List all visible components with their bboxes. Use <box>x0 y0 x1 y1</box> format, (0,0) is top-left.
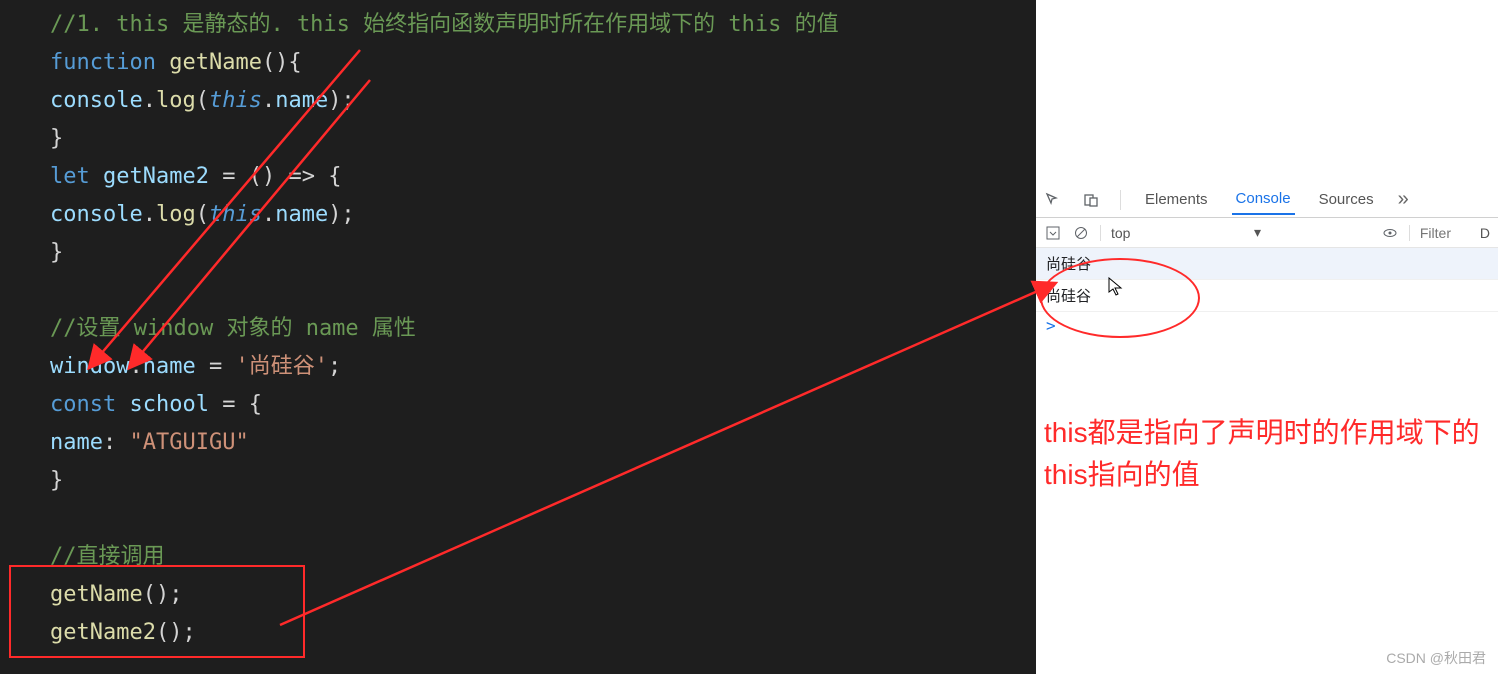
code-line-12: name: "ATGUIGU" <box>50 424 1036 462</box>
more-tabs-icon[interactable]: » <box>1398 188 1409 211</box>
code-line-7: } <box>50 234 1036 272</box>
code-line-8 <box>50 272 1036 310</box>
devtools-tabbar: Elements Console Sources » <box>1036 182 1498 218</box>
filter-input[interactable] <box>1420 225 1470 241</box>
code-line-2: function getName(){ <box>50 44 1036 82</box>
code-line-11: const school = { <box>50 386 1036 424</box>
watermark-text: CSDN @秋田君 <box>1386 648 1486 668</box>
annotation-text: this都是指向了声明时的作用域下的this指向的值 <box>1044 412 1484 496</box>
highlight-ellipse-output <box>1040 258 1200 338</box>
console-toolbar: top ▾ D <box>1036 218 1498 248</box>
code-line-5: let getName2 = () => { <box>50 158 1036 196</box>
tab-console[interactable]: Console <box>1232 184 1295 215</box>
chevron-down-icon: ▾ <box>1254 224 1261 241</box>
code-line-9: //设置 window 对象的 name 属性 <box>50 310 1036 348</box>
live-expression-icon[interactable] <box>1381 224 1399 242</box>
code-line-10: window.name = '尚硅谷'; <box>50 348 1036 386</box>
mouse-cursor-icon <box>1108 277 1124 297</box>
comment-text: //1. this 是静态的. this 始终指向函数声明时所在作用域下的 th… <box>50 12 839 37</box>
divider <box>1120 190 1121 210</box>
code-line-14 <box>50 500 1036 538</box>
inspect-icon[interactable] <box>1044 191 1062 209</box>
console-sidebar-icon[interactable] <box>1044 224 1062 242</box>
tab-elements[interactable]: Elements <box>1141 185 1212 214</box>
code-line-4: } <box>50 120 1036 158</box>
device-toggle-icon[interactable] <box>1082 191 1100 209</box>
code-line-13: } <box>50 462 1036 500</box>
code-line-3: console.log(this.name); <box>50 82 1036 120</box>
letter-d: D <box>1480 225 1490 241</box>
highlight-box-calls <box>9 565 305 658</box>
divider <box>1409 225 1410 241</box>
tab-sources[interactable]: Sources <box>1315 185 1378 214</box>
code-line-1: //1. this 是静态的. this 始终指向函数声明时所在作用域下的 th… <box>50 6 1036 44</box>
divider <box>1100 225 1101 241</box>
context-selector[interactable]: top ▾ <box>1111 224 1261 241</box>
code-line-6: console.log(this.name); <box>50 196 1036 234</box>
clear-console-icon[interactable] <box>1072 224 1090 242</box>
